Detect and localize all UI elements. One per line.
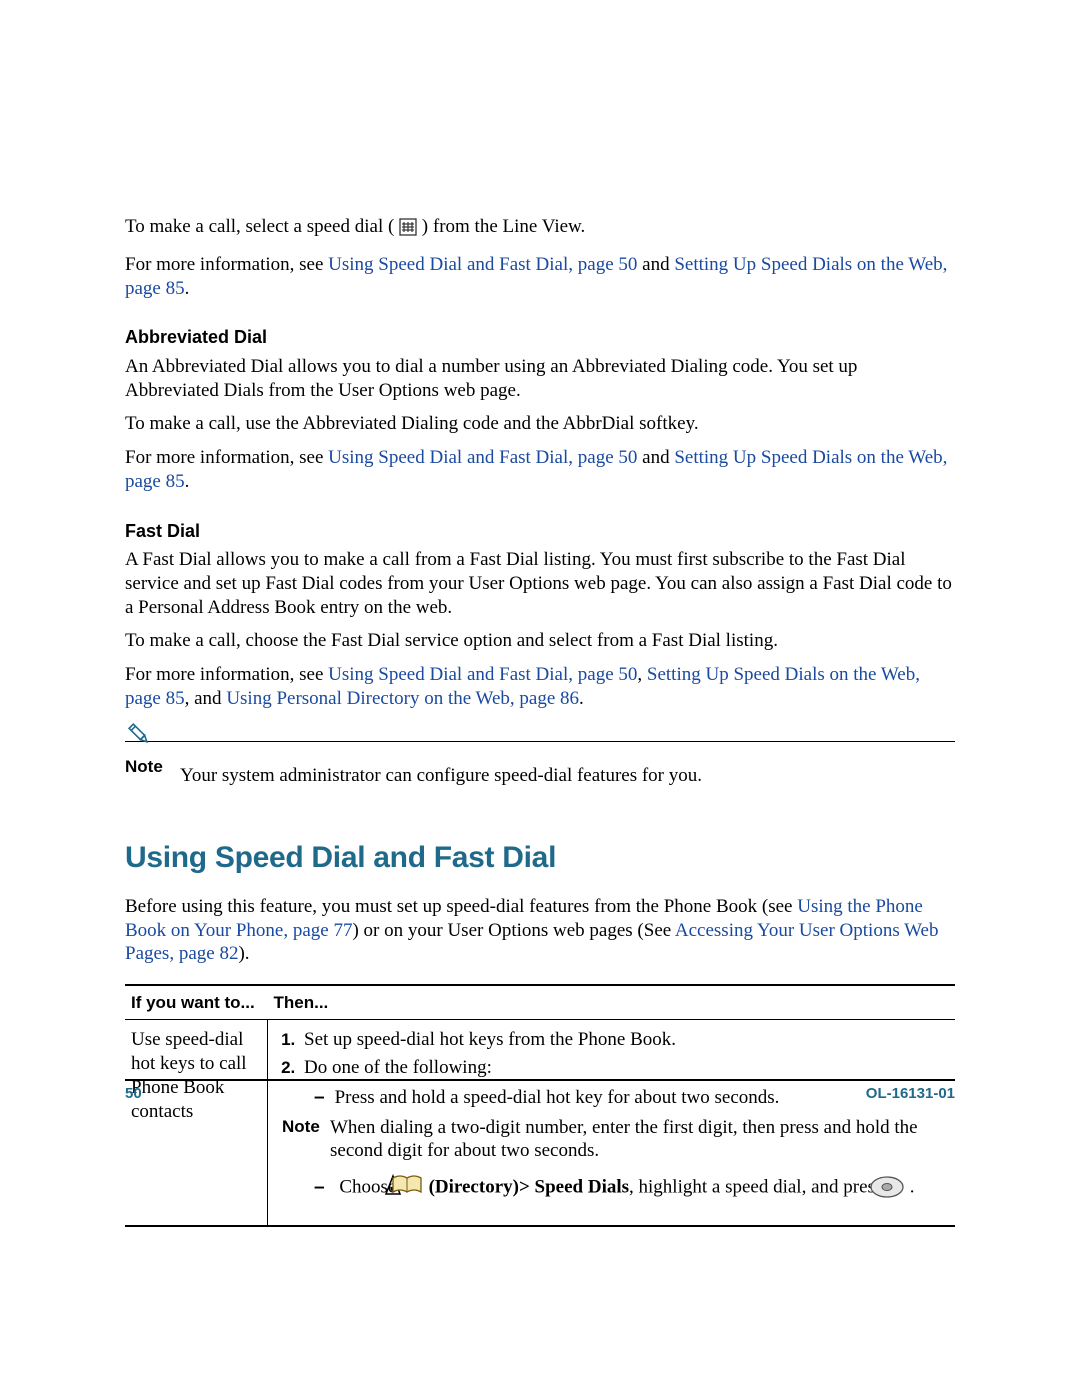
text: , and <box>185 688 227 709</box>
text: , <box>637 664 647 685</box>
table-row: Use speed-dial hot keys to call Phone Bo… <box>125 1020 955 1227</box>
note-block: Note Your system administrator can confi… <box>125 741 955 788</box>
step-1: Set up speed-dial hot keys from the Phon… <box>300 1028 949 1052</box>
note-text: Your system administrator can configure … <box>180 746 702 788</box>
speed-dial-table: If you want to... Then... Use speed-dial… <box>125 984 955 1227</box>
page-number: 50 <box>125 1085 142 1102</box>
table-note: Note When dialing a two-digit number, en… <box>282 1116 949 1164</box>
link-speed-fast-dial[interactable]: Using Speed Dial and Fast Dial, page 50 <box>328 664 637 685</box>
text: For more information, see <box>125 447 328 468</box>
table-note-label: Note <box>282 1116 330 1164</box>
intro-line1: To make a call, select a speed dial ( ) … <box>125 215 955 243</box>
table-cell-goal: Use speed-dial hot keys to call Phone Bo… <box>125 1020 268 1227</box>
text: . <box>910 1177 915 1198</box>
note-label: Note <box>125 756 163 777</box>
table-note-text: When dialing a two-digit number, enter t… <box>330 1116 949 1164</box>
abbrev-p2: To make a call, use the Abbreviated Dial… <box>125 412 955 436</box>
fast-p3: For more information, see Using Speed Di… <box>125 663 955 711</box>
link-speed-fast-dial[interactable]: Using Speed Dial and Fast Dial, page 50 <box>328 254 637 275</box>
heading-fast-dial: Fast Dial <box>125 520 955 543</box>
text: and <box>637 447 674 468</box>
directory-book-icon <box>408 1173 424 1204</box>
intro-line2: For more information, see Using Speed Di… <box>125 253 955 301</box>
link-speed-fast-dial[interactable]: Using Speed Dial and Fast Dial, page 50 <box>328 447 637 468</box>
text: Before using this feature, you must set … <box>125 896 797 917</box>
heading-abbreviated-dial: Abbreviated Dial <box>125 326 955 349</box>
heading-using-speed-fast-dial: Using Speed Dial and Fast Dial <box>125 839 955 877</box>
link-personal-directory[interactable]: Using Personal Directory on the Web, pag… <box>226 688 579 709</box>
text: For more information, see <box>125 254 328 275</box>
table-header-if: If you want to... <box>125 985 268 1020</box>
speed-dial-icon <box>399 218 417 243</box>
directory-path: (Directory)> Speed Dials <box>429 1177 629 1198</box>
text: . <box>185 471 190 492</box>
select-button-icon <box>887 1175 905 1206</box>
page-footer: 50 OL-16131-01 <box>125 1079 955 1102</box>
text: To make a call, select a speed dial ( <box>125 216 399 237</box>
abbrev-p3: For more information, see Using Speed Di… <box>125 446 955 494</box>
fast-p1: A Fast Dial allows you to make a call fr… <box>125 548 955 619</box>
text: , highlight a speed dial, and press <box>629 1177 887 1198</box>
step-2: Do one of the following: <box>300 1056 949 1080</box>
fast-p2: To make a call, choose the Fast Dial ser… <box>125 629 955 653</box>
main-intro: Before using this feature, you must set … <box>125 895 955 966</box>
pencil-icon <box>125 720 153 755</box>
bullet-choose-directory: Choose (Directory)> Speed Dials, highlig… <box>314 1173 949 1205</box>
text: ). <box>238 943 249 964</box>
text: . <box>579 688 584 709</box>
text: and <box>637 254 674 275</box>
table-cell-steps: Set up speed-dial hot keys from the Phon… <box>268 1020 956 1227</box>
text: . <box>185 278 190 299</box>
text: For more information, see <box>125 664 328 685</box>
document-id: OL-16131-01 <box>866 1085 955 1102</box>
text: ) or on your User Options web pages (See <box>352 920 674 941</box>
table-header-then: Then... <box>268 985 956 1020</box>
text: ) from the Line View. <box>417 216 585 237</box>
abbrev-p1: An Abbreviated Dial allows you to dial a… <box>125 355 955 403</box>
